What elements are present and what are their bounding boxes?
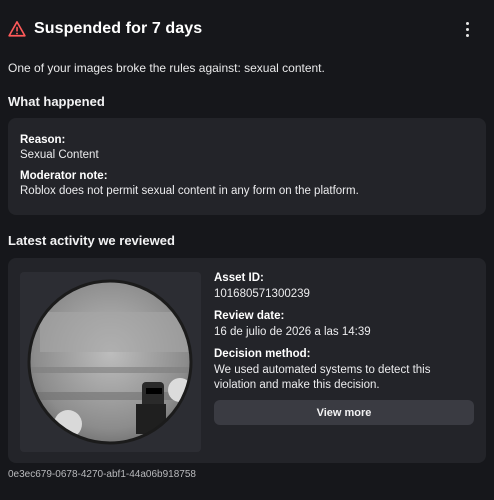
decision-method-label: Decision method: [214,348,311,360]
what-happened-card: Reason: Sexual Content Moderator note: R… [8,118,486,215]
reason-label: Reason: [20,134,66,146]
warning-triangle-icon [8,21,26,37]
latest-activity-card: Asset ID: 101680571300239 Review date: 1… [8,258,486,463]
more-options-icon[interactable] [460,19,474,39]
view-more-button[interactable]: View more [214,400,474,425]
asset-id-value: 101680571300239 [214,288,310,300]
asset-details: Asset ID: 101680571300239 Review date: 1… [214,272,474,393]
latest-activity-heading: Latest activity we reviewed [8,233,175,248]
what-happened-heading: What happened [8,94,105,109]
review-date-label: Review date: [214,310,285,322]
moderator-note-label: Moderator note: [20,170,108,182]
moderator-note-value: Roblox does not permit sexual content in… [20,185,359,197]
reference-id: 0e3ec679-0678-4270-abf1-44a06b918758 [8,469,196,480]
reason-value: Sexual Content [20,149,99,161]
decision-method-value: We used automated systems to detect this… [214,364,431,391]
asset-thumbnail [20,272,201,452]
header: Suspended for 7 days [8,14,486,44]
review-date-value: 16 de julio de 2026 a las 14:39 [214,326,371,338]
intro-text: One of your images broke the rules again… [8,61,325,75]
asset-id-label: Asset ID: [214,272,264,284]
page-title: Suspended for 7 days [34,20,203,37]
